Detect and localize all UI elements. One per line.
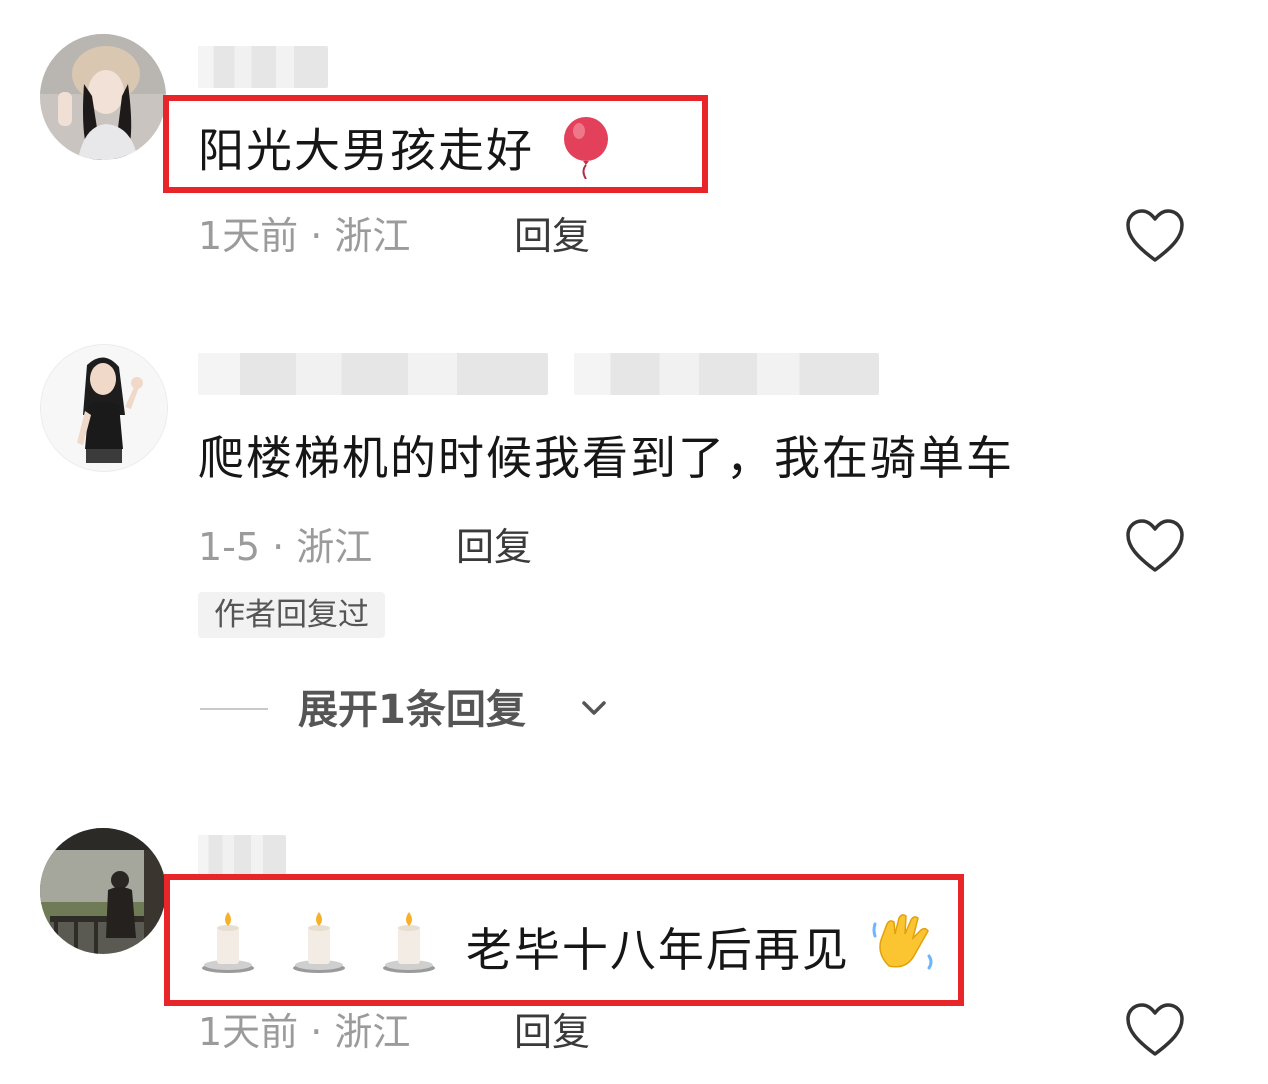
- heart-icon[interactable]: [1124, 208, 1186, 264]
- username-blurred[interactable]: [198, 353, 548, 395]
- candle-icon: [379, 910, 439, 990]
- reply-button[interactable]: 回复: [514, 211, 590, 261]
- divider: [200, 708, 268, 710]
- comment-text-content: 老毕十八年后再见: [465, 923, 850, 977]
- comment-text: 爬楼梯机的时候我看到了，我在骑单车: [198, 431, 1014, 485]
- heart-icon[interactable]: [1124, 518, 1186, 574]
- chevron-down-icon[interactable]: [580, 698, 608, 722]
- balloon-icon: [559, 115, 613, 193]
- username-blurred[interactable]: [198, 46, 328, 88]
- candle-icon: [289, 910, 349, 990]
- avatar[interactable]: [40, 344, 168, 472]
- waving-hand-icon: [871, 910, 935, 990]
- expand-replies-button[interactable]: 展开1条回复: [298, 684, 526, 736]
- username-blurred: [574, 353, 879, 395]
- avatar[interactable]: [40, 34, 166, 160]
- author-replied-badge: 作者回复过: [198, 592, 385, 638]
- reply-button[interactable]: 回复: [514, 1007, 590, 1057]
- comment-text-content: 阳光大男孩走好: [198, 123, 534, 178]
- reply-button[interactable]: 回复: [456, 522, 532, 572]
- comment-text: 阳光大男孩走好: [198, 115, 613, 193]
- comment-meta: 1-5 · 浙江: [198, 525, 373, 569]
- candle-icon: [198, 910, 258, 990]
- comment-meta: 1天前 · 浙江: [198, 1010, 411, 1054]
- comment-text: 老毕十八年后再见: [198, 910, 935, 990]
- username-blurred[interactable]: [198, 835, 286, 877]
- comment-meta: 1天前 · 浙江: [198, 214, 411, 258]
- heart-icon[interactable]: [1124, 1002, 1186, 1058]
- avatar[interactable]: [40, 828, 166, 954]
